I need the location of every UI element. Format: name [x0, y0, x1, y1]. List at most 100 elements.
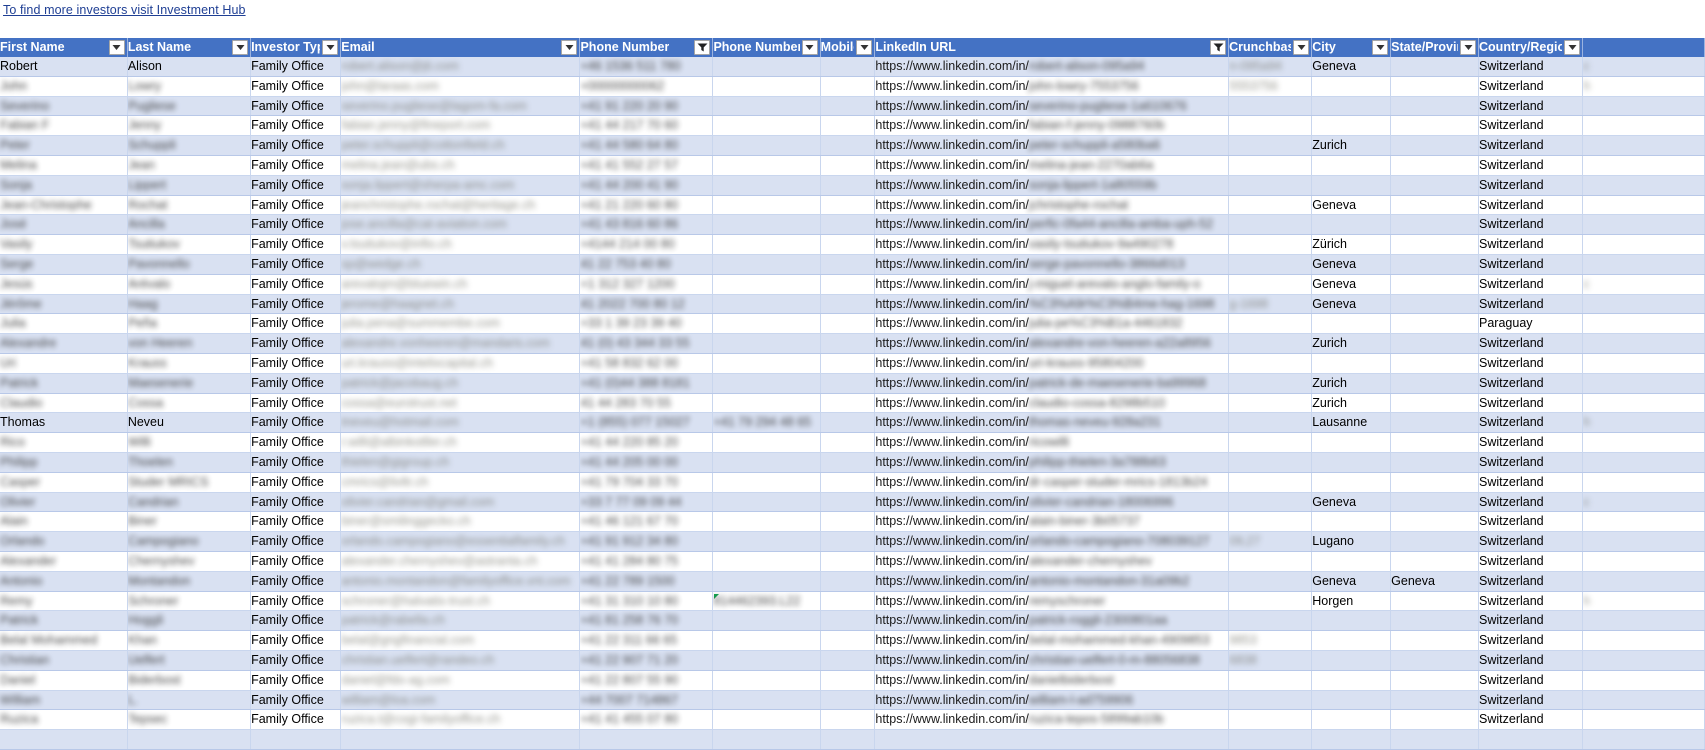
cell-first-name[interactable]: Uri [0, 353, 128, 374]
cell-crunchbase[interactable] [1228, 610, 1313, 632]
cell-country-region[interactable]: Switzerland [1478, 274, 1584, 295]
cell-country-region[interactable]: Switzerland [1478, 670, 1584, 691]
cell-extra[interactable] [1582, 531, 1705, 553]
cell-phone-number-2[interactable]: 814462393.L22 [712, 591, 821, 612]
table-row[interactable]: Jesús Arévalo Family Office arevalojm@bluew… [0, 274, 1705, 295]
cell-state-province[interactable] [1390, 511, 1480, 533]
cell-crunchbase[interactable] [1228, 115, 1313, 137]
cell-city[interactable] [1311, 155, 1392, 176]
cell-last-name[interactable]: Ancilla [127, 214, 252, 236]
column-header-crunchbase[interactable]: Crunchbase [1228, 38, 1313, 58]
cell-city[interactable]: Zurich [1311, 393, 1392, 414]
cell-city[interactable] [1311, 709, 1392, 731]
cell-phone-number-1[interactable]: +41 22 311 66 65 [579, 630, 714, 651]
cell-phone-number-1[interactable]: +41 79 704 33 70 [579, 472, 714, 493]
cell-crunchbase[interactable] [1228, 432, 1313, 454]
cell-crunchbase[interactable] [1228, 274, 1313, 295]
table-row[interactable]: José Ancilla Family Office jose.ancilla@cat… [0, 214, 1705, 236]
cell-extra[interactable] [1582, 155, 1705, 176]
filter-dropdown-icon-last-name[interactable] [232, 40, 249, 55]
table-row[interactable]: Ruzica Tepsec Family Office ruzica.t@cogi-f… [0, 709, 1705, 731]
cell-last-name[interactable]: Alison [127, 57, 252, 77]
cell-phone-number-1[interactable]: +41 22 907 71 20 [579, 650, 714, 671]
cell-last-name[interactable]: von Heeren [127, 333, 252, 355]
cell-mobile[interactable] [820, 551, 876, 572]
cell-extra[interactable] [1582, 214, 1705, 236]
cell-country-region[interactable]: Switzerland [1478, 412, 1584, 434]
cell-investor-type[interactable]: Family Office [250, 313, 342, 335]
cell-extra[interactable] [1582, 393, 1705, 414]
cell-email[interactable]: john@laraas.com [340, 76, 581, 97]
cell-investor-type[interactable]: Family Office [250, 630, 342, 651]
cell-country-region[interactable]: Switzerland [1478, 432, 1584, 454]
cell-mobile[interactable] [820, 254, 876, 275]
cell-country-region[interactable]: Switzerland [1478, 175, 1584, 196]
cell-extra[interactable] [1582, 571, 1705, 592]
cell-crunchbase[interactable] [1228, 452, 1313, 473]
cell-investor-type[interactable]: Family Office [250, 76, 342, 97]
cell-state-province[interactable] [1390, 709, 1480, 731]
cell-city[interactable]: Geneva [1311, 571, 1392, 592]
cell-phone-number-1[interactable]: +41 22 807 55 90 [579, 670, 714, 691]
cell-state-province[interactable] [1390, 729, 1480, 750]
cell-phone-number-1[interactable]: +41 21 220 60 80 [579, 195, 714, 216]
cell-crunchbase[interactable] [1228, 690, 1313, 711]
cell-mobile[interactable] [820, 432, 876, 454]
cell-linkedin-url[interactable]: https://www.linkedin.com/in/christian-ue… [874, 650, 1230, 671]
cell-linkedin-url[interactable]: https://www.linkedin.com/in/alexandre-vo… [874, 333, 1230, 355]
cell-country-region[interactable]: Switzerland [1478, 353, 1584, 374]
cell-city[interactable] [1311, 610, 1392, 632]
table-row[interactable]: Fabian F Jenny Family Office fabian.jenny@f… [0, 115, 1705, 137]
cell-email[interactable]: uri.krauss@intelixcapital.ch [340, 353, 581, 374]
cell-first-name[interactable]: Alexander [0, 551, 128, 572]
cell-email[interactable] [340, 729, 581, 750]
cell-first-name[interactable]: Remy [0, 591, 128, 612]
cell-linkedin-url[interactable]: https://www.linkedin.com/in/remyschroner [874, 591, 1230, 612]
cell-phone-number-2[interactable] [712, 432, 821, 454]
cell-last-name[interactable]: Schuppli [127, 135, 252, 157]
cell-mobile[interactable] [820, 729, 876, 750]
cell-last-name[interactable]: Tsutiukov [127, 234, 252, 256]
cell-phone-number-2[interactable] [712, 96, 821, 117]
table-row[interactable]: Christian Uelfert Family Office christian.u… [0, 650, 1705, 671]
cell-first-name[interactable]: Alexandre [0, 333, 128, 355]
cell-city[interactable]: Geneva [1311, 294, 1392, 315]
cell-extra[interactable] [1582, 650, 1705, 671]
cell-city[interactable]: Geneva [1311, 195, 1392, 216]
cell-mobile[interactable] [820, 492, 876, 513]
filter-dropdown-icon-crunchbase[interactable] [1293, 40, 1310, 55]
cell-city[interactable]: Zurich [1311, 333, 1392, 355]
cell-phone-number-2[interactable] [712, 76, 821, 97]
cell-investor-type[interactable]: Family Office [250, 115, 342, 137]
cell-phone-number-1[interactable]: +41 41 455 07 80 [579, 709, 714, 731]
cell-city[interactable] [1311, 175, 1392, 196]
cell-phone-number-1[interactable]: +41 22 789 1500 [579, 571, 714, 592]
cell-email[interactable]: antonio.montandon@familyoffice.vnt.com [340, 571, 581, 592]
cell-investor-type[interactable]: Family Office [250, 274, 342, 295]
cell-first-name[interactable]: Olivier [0, 492, 128, 513]
cell-phone-number-2[interactable] [712, 57, 821, 77]
cell-city[interactable] [1311, 96, 1392, 117]
table-row[interactable]: Robert Alison Family Office robert.alison@j… [0, 57, 1705, 77]
cell-state-province[interactable] [1390, 175, 1480, 196]
table-row[interactable]: Sonja Lippert Family Office sonja.lippert@s… [0, 175, 1705, 196]
table-row[interactable]: Serge Pavonnello Family Office sp@wedge.ch 4… [0, 254, 1705, 275]
cell-phone-number-1[interactable]: +41 91 220 20 90 [579, 96, 714, 117]
cell-investor-type[interactable]: Family Office [250, 412, 342, 434]
cell-investor-type[interactable]: Family Office [250, 353, 342, 374]
cell-linkedin-url[interactable]: https://www.linkedin.com/in/peter-schupp… [874, 135, 1230, 157]
cell-first-name[interactable]: Patrick [0, 610, 128, 632]
table-row[interactable]: Rico Willi Family Office r.willi@albinkotll… [0, 432, 1705, 454]
cell-country-region[interactable]: Switzerland [1478, 254, 1584, 275]
cell-mobile[interactable] [820, 452, 876, 473]
cell-last-name[interactable]: Neveu [127, 412, 252, 434]
cell-state-province[interactable] [1390, 57, 1480, 77]
cell-city[interactable] [1311, 313, 1392, 335]
cell-extra[interactable] [1582, 551, 1705, 572]
cell-country-region[interactable]: Switzerland [1478, 551, 1584, 572]
cell-crunchbase[interactable] [1228, 155, 1313, 176]
cell-linkedin-url[interactable]: https://www.linkedin.com/in/olivier-cand… [874, 492, 1230, 513]
cell-extra[interactable] [1582, 729, 1705, 750]
table-row[interactable]: Alexandre von Heeren Family Office alexandr… [0, 333, 1705, 355]
cell-extra[interactable] [1582, 313, 1705, 335]
